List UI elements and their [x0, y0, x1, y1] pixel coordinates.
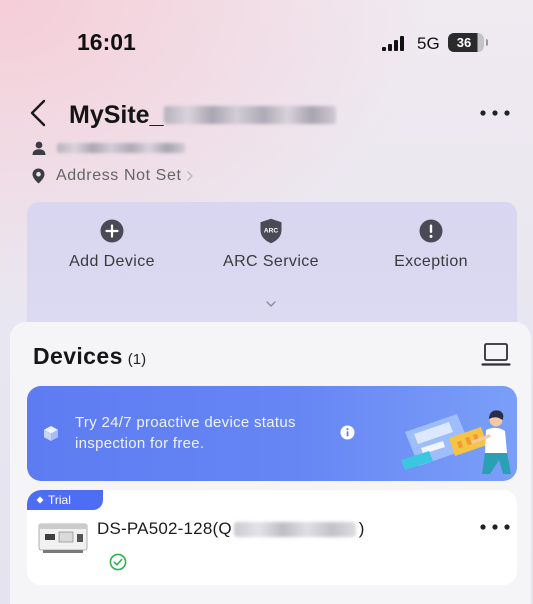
cube-icon: [44, 426, 58, 441]
trial-badge: Trial: [27, 490, 103, 510]
banner-text-line-1: Try 24/7 proactive device status: [75, 414, 296, 431]
status-time: 16:01: [77, 29, 136, 55]
expand-actions-button[interactable]: [261, 297, 281, 309]
app-screen: 16:01 5G 36 MySite_ Address Not Set Add …: [0, 0, 533, 604]
address-row[interactable]: Address Not Set: [32, 166, 193, 186]
address-text: Address Not Set: [56, 167, 182, 184]
location-pin-icon: [32, 168, 45, 184]
arc-service-button[interactable]: ARC ARC Service: [201, 218, 341, 275]
check-circle-icon: [109, 553, 127, 571]
device-thumbnail: [38, 523, 88, 553]
more-horizontal-icon: [480, 524, 510, 530]
device-name: DS-PA502-128(Q): [97, 518, 365, 540]
exclamation-circle-icon: [419, 219, 443, 243]
chevron-down-icon: [266, 301, 276, 307]
exception-button[interactable]: Exception: [361, 219, 501, 275]
site-title: MySite_: [69, 100, 337, 130]
battery-icon: 36: [448, 33, 488, 52]
back-button[interactable]: [26, 98, 52, 128]
site-more-button[interactable]: [478, 106, 512, 120]
devices-title: Devices: [33, 343, 123, 369]
plus-circle-icon: [100, 219, 124, 243]
device-view-toggle-button[interactable]: [481, 342, 511, 368]
device-more-button[interactable]: [478, 520, 512, 534]
arc-service-label: ARC Service: [223, 253, 319, 270]
trial-diamond-icon: [36, 496, 44, 504]
redacted-site-id: [164, 106, 337, 124]
arc-shield-icon: ARC: [260, 218, 282, 244]
trial-badge-text: Trial: [48, 493, 71, 507]
site-owner-row: [32, 141, 185, 155]
chevron-right-icon: [186, 171, 193, 181]
arc-icon-text: ARC: [264, 228, 279, 235]
exception-label: Exception: [394, 253, 468, 270]
device-name-prefix: DS-PA502-128(Q: [97, 519, 232, 538]
chevron-left-icon: [30, 99, 46, 127]
devices-count: (1): [127, 351, 147, 368]
site-name: MySite_: [69, 101, 164, 129]
signal-bars-icon: [382, 36, 404, 51]
redacted-device-serial: [233, 521, 356, 537]
battery-level: 36: [456, 35, 472, 50]
more-horizontal-icon: [480, 110, 510, 116]
inspection-promo-banner[interactable]: Try 24/7 proactive device status inspect…: [27, 386, 517, 481]
devices-header: Devices (1): [33, 342, 146, 374]
add-device-label: Add Device: [69, 253, 155, 270]
banner-text-line-2: inspection for free.: [75, 435, 205, 452]
inspection-illustration: [401, 410, 511, 474]
monitor-icon: [481, 343, 511, 366]
add-device-button[interactable]: Add Device: [42, 219, 182, 275]
redacted-username: [57, 143, 185, 153]
info-icon[interactable]: [340, 425, 355, 440]
user-icon: [32, 141, 46, 155]
device-card[interactable]: Trial DS-PA502-128(Q): [27, 490, 517, 585]
device-name-suffix: ): [358, 519, 365, 538]
network-type: 5G: [417, 34, 440, 53]
